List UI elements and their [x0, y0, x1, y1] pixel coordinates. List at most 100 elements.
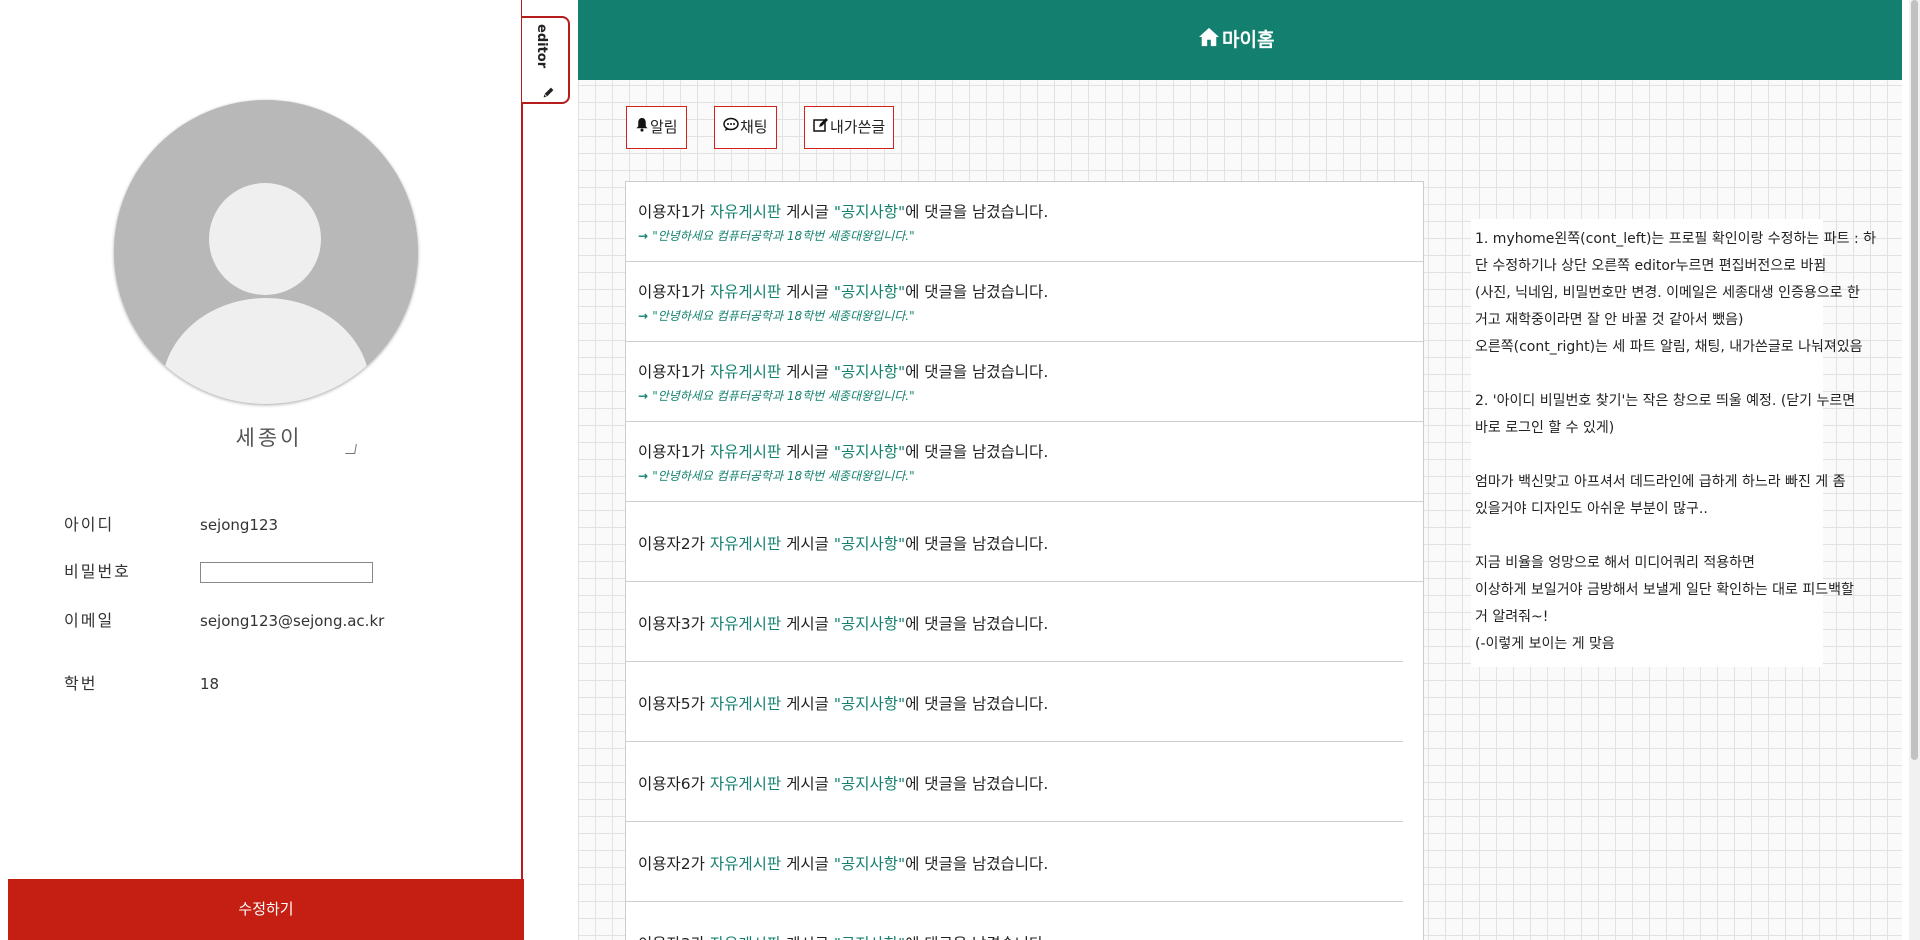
- memo-line: 지금 비율을 엉망으로 해서 미디어쿼리 적용하면: [1475, 555, 1755, 571]
- notification-item[interactable]: 이용자1가 자유게시판 게시글 "공지사항"에 댓글을 남겼습니다. → "안녕하…: [626, 422, 1423, 502]
- notification-user: 이용자3가: [638, 615, 705, 633]
- notification-post-word: 게시글: [786, 695, 829, 713]
- notification-post-link[interactable]: "공지사항": [834, 775, 905, 793]
- page-scrollbar[interactable]: [1909, 0, 1920, 940]
- memo-line: [1475, 523, 1823, 550]
- notification-list: 이용자1가 자유게시판 게시글 "공지사항"에 댓글을 남겼습니다. → "안녕하…: [625, 181, 1424, 940]
- notification-user: 이용자5가: [638, 695, 705, 713]
- notification-post-link[interactable]: "공지사항": [834, 855, 905, 873]
- notification-board-link[interactable]: 자유게시판: [710, 443, 781, 461]
- notification-post-word: 게시글: [786, 615, 829, 633]
- notification-comment-text: "안녕하세요 컴퓨터공학과 18학번 세종대왕입니다.": [652, 389, 915, 403]
- notification-action: 에 댓글을 남겼습니다.: [905, 363, 1049, 381]
- notification-user: 이용자2가: [638, 535, 705, 553]
- id-label: 아이디: [64, 515, 115, 534]
- notification-post-link[interactable]: "공지사항": [834, 695, 905, 713]
- notification-item[interactable]: 이용자2가 자유게시판 게시글 "공지사항"에 댓글을 남겼습니다.: [626, 502, 1423, 582]
- notification-comment: → "안녕하세요 컴퓨터공학과 18학번 세종대왕입니다.": [638, 467, 915, 484]
- notification-board-link[interactable]: 자유게시판: [710, 935, 781, 940]
- arrow-right-icon: →: [638, 469, 653, 483]
- password-input[interactable]: [200, 562, 373, 583]
- notification-comment-text: "안녕하세요 컴퓨터공학과 18학번 세종대왕입니다.": [652, 309, 915, 323]
- notification-action: 에 댓글을 남겼습니다.: [905, 615, 1049, 633]
- tab-my-posts[interactable]: 내가쓴글: [804, 106, 895, 149]
- memo-line: 엄마가 백신맞고 아프셔서 데드라인에 급하게 하느라 빠진 게 좀: [1475, 474, 1846, 490]
- notification-post-link[interactable]: "공지사항": [834, 615, 905, 633]
- notification-item[interactable]: 이용자3가 자유게시판 게시글 "공지사항"에 댓글을 남겼습니다.: [626, 582, 1403, 662]
- notification-post-link[interactable]: "공지사항": [834, 203, 905, 221]
- memo-line: 1. myhome왼쪽(cont_left)는 프로필 확인이랑 수정하는 파트…: [1475, 231, 1877, 247]
- nickname-field[interactable]: 세종이: [180, 418, 358, 458]
- notification-post-word: 게시글: [786, 203, 829, 221]
- chat-bubble-icon: [723, 107, 739, 148]
- notification-post-link[interactable]: "공지사항": [834, 363, 905, 381]
- memo-line: 거고 재학중이라면 잘 안 바꿀 것 같아서 뺐음): [1475, 312, 1744, 328]
- notification-user: 이용자1가: [638, 203, 705, 221]
- memo-line: 오른쪽(cont_right)는 세 파트 알림, 채팅, 내가쓴글로 나눠져있…: [1475, 339, 1863, 355]
- memo-line: (사진, 닉네임, 비밀번호만 변경. 이메일은 세종대생 인증용으로 한: [1475, 285, 1860, 301]
- home-icon: [1198, 1, 1220, 81]
- tab-mask: [522, 0, 526, 16]
- tab-my-posts-label: 내가쓴글: [830, 118, 886, 136]
- memo-line: 거 알려줘~!: [1475, 609, 1549, 625]
- notification-item[interactable]: 이용자6가 자유게시판 게시글 "공지사항"에 댓글을 남겼습니다.: [626, 742, 1403, 822]
- notification-user: 이용자1가: [638, 363, 705, 381]
- page-title-text: 마이홈: [1222, 29, 1275, 51]
- notification-post-link[interactable]: "공지사항": [834, 443, 905, 461]
- notification-board-link[interactable]: 자유게시판: [710, 615, 781, 633]
- profile-avatar[interactable]: [114, 100, 418, 404]
- memo-line: 단 수정하기나 상단 오른쪽 editor누르면 편집버전으로 바뀜: [1475, 258, 1827, 274]
- notification-item[interactable]: 이용자5가 자유게시판 게시글 "공지사항"에 댓글을 남겼습니다.: [626, 662, 1403, 742]
- id-value: sejong123: [200, 516, 279, 534]
- notification-board-link[interactable]: 자유게시판: [710, 695, 781, 713]
- email-value: sejong123@sejong.ac.kr: [200, 612, 385, 630]
- notification-post-word: 게시글: [786, 535, 829, 553]
- notification-user: 이용자6가: [638, 775, 705, 793]
- notification-text: 이용자3가 자유게시판 게시글 "공지사항"에 댓글을 남겼습니다.: [638, 612, 1048, 634]
- notification-board-link[interactable]: 자유게시판: [710, 855, 781, 873]
- notification-item[interactable]: 이용자2가 자유게시판 게시글 "공지사항"에 댓글을 남겼습니다.: [626, 822, 1403, 902]
- notification-post-link[interactable]: "공지사항": [834, 935, 905, 940]
- notification-board-link[interactable]: 자유게시판: [710, 535, 781, 553]
- notification-comment: → "안녕하세요 컴퓨터공학과 18학번 세종대왕입니다.": [638, 387, 915, 404]
- notification-item[interactable]: 이용자3가 자유게시판 게시글 "공지사항"에 댓글을 남겼습니다.: [626, 902, 1403, 940]
- student-number-label: 학번: [64, 674, 98, 693]
- notification-post-word: 게시글: [786, 363, 829, 381]
- memo-line: 이상하게 보일거야 금방해서 보낼게 일단 확인하는 대로 피드백할: [1475, 582, 1854, 598]
- notification-action: 에 댓글을 남겼습니다.: [905, 935, 1048, 940]
- notification-text: 이용자2가 자유게시판 게시글 "공지사항"에 댓글을 남겼습니다.: [638, 532, 1048, 554]
- pencil-icon: [542, 86, 555, 103]
- notification-text: 이용자3가 자유게시판 게시글 "공지사항"에 댓글을 남겼습니다.: [638, 932, 1048, 940]
- avatar-body-shape: [162, 298, 370, 404]
- memo-line: [1475, 361, 1823, 388]
- notification-item[interactable]: 이용자1가 자유게시판 게시글 "공지사항"에 댓글을 남겼습니다. → "안녕하…: [626, 182, 1423, 262]
- arrow-right-icon: →: [638, 309, 653, 323]
- notification-item[interactable]: 이용자1가 자유게시판 게시글 "공지사항"에 댓글을 남겼습니다. → "안녕하…: [626, 262, 1423, 342]
- notification-post-word: 게시글: [786, 283, 829, 301]
- notification-action: 에 댓글을 남겼습니다.: [905, 775, 1049, 793]
- arrow-right-icon: →: [638, 229, 653, 243]
- bell-icon: [635, 107, 649, 148]
- edit-profile-button[interactable]: 수정하기: [8, 879, 524, 940]
- dev-memo: 1. myhome왼쪽(cont_left)는 프로필 확인이랑 수정하는 파트…: [1471, 219, 1877, 667]
- notification-board-link[interactable]: 자유게시판: [710, 363, 781, 381]
- notification-post-link[interactable]: "공지사항": [834, 535, 905, 553]
- editor-tab[interactable]: editor: [522, 16, 570, 104]
- notification-post-word: 게시글: [786, 935, 829, 940]
- notification-action: 에 댓글을 남겼습니다.: [905, 443, 1049, 461]
- notification-item[interactable]: 이용자1가 자유게시판 게시글 "공지사항"에 댓글을 남겼습니다. → "안녕하…: [626, 342, 1423, 422]
- notification-post-word: 게시글: [786, 855, 829, 873]
- page-header: 마이홈: [578, 0, 1902, 80]
- notification-text: 이용자1가 자유게시판 게시글 "공지사항"에 댓글을 남겼습니다.: [638, 360, 1048, 382]
- notification-board-link[interactable]: 자유게시판: [710, 203, 781, 221]
- notification-user: 이용자2가: [638, 855, 705, 873]
- notification-board-link[interactable]: 자유게시판: [710, 775, 781, 793]
- resize-grip-icon[interactable]: [345, 444, 357, 454]
- notification-board-link[interactable]: 자유게시판: [710, 283, 781, 301]
- main-content: 마이홈 알림 채팅 내가쓴글 이용자1가 자유게시판 게시글 "공지사항"에 댓…: [578, 0, 1902, 940]
- notification-post-link[interactable]: "공지사항": [834, 283, 905, 301]
- scrollbar-thumb[interactable]: [1911, 0, 1918, 760]
- notification-comment: → "안녕하세요 컴퓨터공학과 18학번 세종대왕입니다.": [638, 227, 915, 244]
- tab-chat[interactable]: 채팅: [714, 106, 777, 149]
- tab-notifications[interactable]: 알림: [626, 106, 687, 149]
